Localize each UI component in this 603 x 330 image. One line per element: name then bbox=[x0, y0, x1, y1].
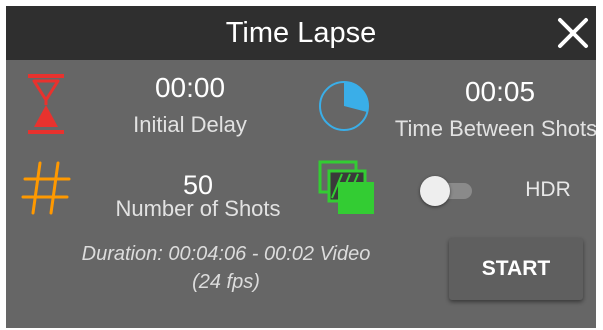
fps-line: (24 fps) bbox=[192, 271, 260, 293]
hdr-frames-icon bbox=[318, 160, 374, 214]
start-button[interactable]: START bbox=[449, 238, 583, 300]
hourglass-icon bbox=[28, 74, 64, 134]
duration-summary: Duration: 00:04:06 - 00:02 Video (24 fps… bbox=[36, 240, 416, 296]
initial-delay-value: 00:00 bbox=[154, 72, 226, 103]
hdr-toggle-thumb bbox=[420, 176, 450, 206]
dialog-title: Time Lapse bbox=[225, 17, 377, 49]
time-between-shots-label: Time Between Shots bbox=[394, 116, 596, 141]
number-of-shots-setting[interactable]: 50 Number of Shots bbox=[16, 156, 296, 226]
dialog-header: Time Lapse bbox=[6, 6, 596, 60]
initial-delay-label: Initial Delay bbox=[133, 112, 247, 137]
time-lapse-dialog: Time Lapse 00:00 Initial Delay 00:05 Tim… bbox=[6, 6, 596, 328]
close-icon bbox=[558, 18, 588, 48]
duration-line: Duration: 00:04:06 - 00:02 Video bbox=[81, 243, 371, 265]
time-between-shots-value: 00:05 bbox=[464, 76, 536, 107]
hash-icon bbox=[21, 161, 71, 215]
hdr-toggle[interactable] bbox=[418, 173, 478, 209]
time-between-shots-setting[interactable]: 00:05 Time Between Shots bbox=[312, 70, 596, 150]
interval-pie-icon bbox=[319, 81, 369, 131]
close-button[interactable] bbox=[556, 16, 590, 50]
number-of-shots-label: Number of Shots bbox=[115, 196, 281, 221]
initial-delay-setting[interactable]: 00:00 Initial Delay bbox=[18, 70, 268, 150]
hdr-label: HDR bbox=[525, 178, 571, 201]
